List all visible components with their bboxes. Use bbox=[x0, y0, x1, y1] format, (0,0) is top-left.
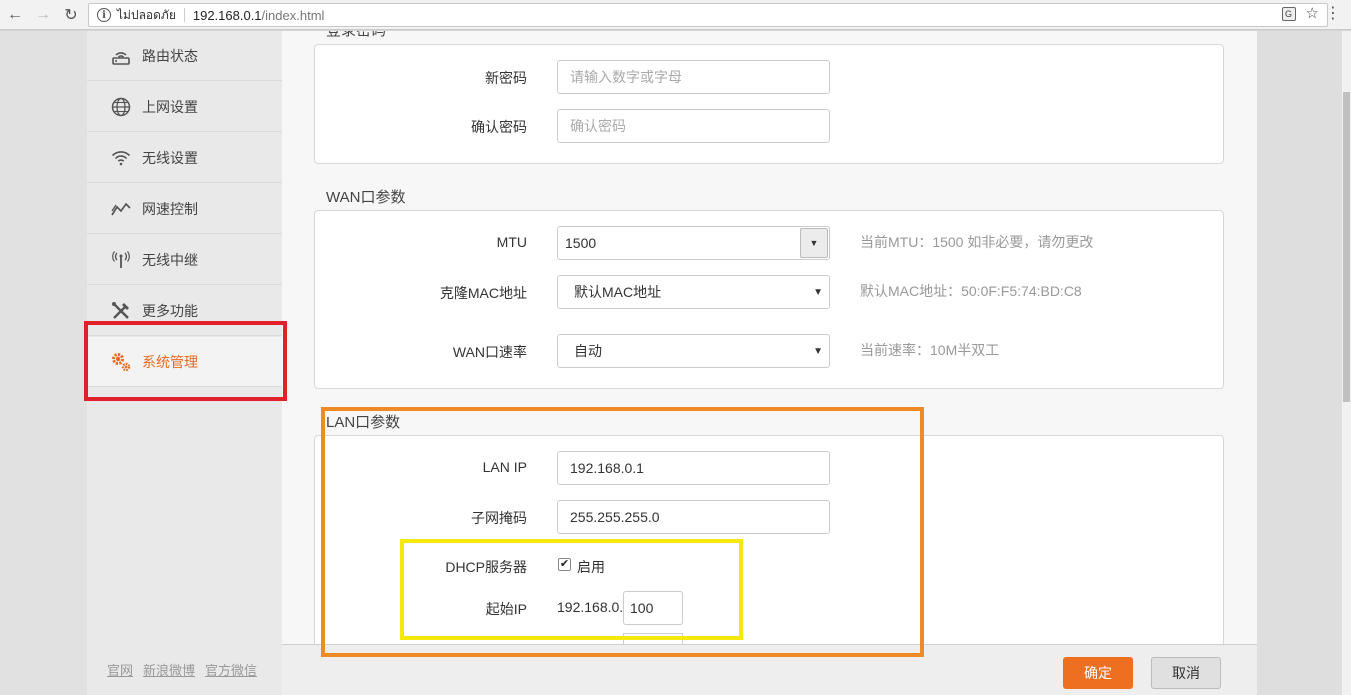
end-ip-input-partial[interactable] bbox=[623, 633, 683, 644]
confirm-password-label: 确认密码 bbox=[471, 119, 527, 135]
section-title-wan: WAN口参数 bbox=[326, 189, 406, 206]
sidebar: 路由状态 上网设置 无线设置 网速控制 无线中继 更多功能 系统管理 官网 新浪… bbox=[87, 31, 282, 695]
footer-link-official-site[interactable]: 官网 bbox=[107, 660, 133, 679]
footer-link-weibo[interactable]: 新浪微博 bbox=[143, 660, 195, 679]
dhcp-enable-label[interactable]: 启用 bbox=[577, 557, 605, 577]
clone-mac-select[interactable]: 默认MAC地址 ▼ bbox=[557, 275, 830, 309]
subnet-mask-input[interactable]: 255.255.255.0 bbox=[557, 500, 830, 534]
tools-icon bbox=[110, 300, 132, 322]
sidebar-item-speed-control[interactable]: 网速控制 bbox=[87, 184, 282, 234]
mtu-dropdown-button[interactable]: ▼ bbox=[800, 228, 828, 258]
section-title-login-password: 登录密码 bbox=[326, 31, 386, 40]
address-bar[interactable]: i ไม่ปลอดภัย 192.168.0.1/index.html G ☆ bbox=[88, 3, 1328, 27]
page-gutter-right bbox=[1257, 31, 1342, 695]
subnet-mask-label: 子网掩码 bbox=[471, 510, 527, 526]
back-button[interactable]: ← bbox=[4, 4, 26, 26]
url-path[interactable]: /index.html bbox=[262, 8, 325, 23]
sidebar-item-label: 系统管理 bbox=[142, 353, 198, 370]
new-password-input[interactable]: 请输入数字或字母 bbox=[557, 60, 830, 94]
new-password-label: 新密码 bbox=[485, 70, 527, 86]
action-bar: 确定 取消 bbox=[282, 644, 1257, 695]
start-ip-input[interactable]: 100 bbox=[623, 591, 683, 625]
wan-speed-select[interactable]: 自动 ▼ bbox=[557, 334, 830, 368]
sidebar-item-wireless-repeater[interactable]: 无线中继 bbox=[87, 235, 282, 285]
url-host[interactable]: 192.168.0.1 bbox=[193, 8, 262, 23]
mac-hint: 默认MAC地址：50:0F:F5:74:BD:C8 bbox=[860, 283, 1082, 299]
start-ip-prefix: 192.168.0. bbox=[557, 599, 624, 615]
chevron-down-icon: ▼ bbox=[813, 346, 823, 357]
sidebar-item-internet-settings[interactable]: 上网设置 bbox=[87, 82, 282, 132]
sidebar-item-router-status[interactable]: 路由状态 bbox=[87, 31, 282, 81]
mtu-label: MTU bbox=[496, 234, 527, 250]
dhcp-enable-checkbox[interactable]: ✔ bbox=[558, 558, 571, 571]
chevron-down-icon: ▼ bbox=[813, 287, 823, 298]
footer-link-wechat[interactable]: 官方微信 bbox=[205, 660, 257, 679]
clone-mac-value[interactable]: 默认MAC地址 bbox=[574, 282, 661, 302]
sidebar-item-label: 无线设置 bbox=[142, 149, 198, 166]
wan-speed-hint: 当前速率：10M半双工 bbox=[860, 342, 1000, 358]
confirm-password-input[interactable]: 确认密码 bbox=[557, 109, 830, 143]
footer-links: 官网 新浪微博 官方微信 bbox=[107, 660, 257, 679]
star-icon[interactable]: ☆ bbox=[1306, 6, 1319, 21]
main-content: 登录密码 新密码 请输入数字或字母 确认密码 确认密码 WAN口参数 MTU 1… bbox=[282, 31, 1257, 644]
wan-speed-label: WAN口速率 bbox=[452, 344, 527, 360]
speed-chart-icon bbox=[110, 198, 132, 220]
lan-ip-input[interactable]: 192.168.0.1 bbox=[557, 451, 830, 485]
browser-toolbar: ← → ↻ i ไม่ปลอดภัย 192.168.0.1/index.htm… bbox=[0, 0, 1351, 30]
info-icon[interactable]: i bbox=[97, 8, 111, 22]
start-ip-label: 起始IP bbox=[485, 601, 527, 617]
cancel-button[interactable]: 取消 bbox=[1151, 657, 1221, 689]
scrollbar-thumb[interactable] bbox=[1343, 92, 1350, 402]
security-label[interactable]: ไม่ปลอดภัย bbox=[117, 6, 176, 25]
sidebar-item-system-management[interactable]: 系统管理 bbox=[87, 337, 282, 387]
confirm-button[interactable]: 确定 bbox=[1063, 657, 1133, 689]
sidebar-item-wireless-settings[interactable]: 无线设置 bbox=[87, 133, 282, 183]
forward-button[interactable]: → bbox=[32, 4, 54, 26]
translate-icon[interactable]: G bbox=[1281, 7, 1296, 21]
mtu-value[interactable]: 1500 bbox=[565, 235, 596, 251]
clone-mac-label: 克隆MAC地址 bbox=[439, 285, 527, 301]
globe-icon bbox=[110, 96, 132, 118]
url-divider bbox=[183, 8, 185, 22]
mtu-combobox[interactable]: 1500 ▼ bbox=[557, 226, 830, 260]
sidebar-item-label: 路由状态 bbox=[142, 47, 198, 64]
sidebar-item-label: 更多功能 bbox=[142, 302, 198, 319]
lan-ip-label: LAN IP bbox=[482, 459, 527, 475]
page-gutter-left bbox=[0, 31, 87, 695]
section-title-lan: LAN口参数 bbox=[326, 414, 401, 431]
browser-menu-icon[interactable]: ⋮ bbox=[1325, 6, 1341, 22]
antenna-icon bbox=[110, 249, 132, 271]
gears-icon bbox=[110, 351, 132, 373]
sidebar-item-label: 上网设置 bbox=[142, 98, 198, 115]
wan-speed-value[interactable]: 自动 bbox=[574, 341, 602, 361]
sidebar-item-label: 网速控制 bbox=[142, 200, 198, 217]
sidebar-item-label: 无线中继 bbox=[142, 251, 198, 268]
wifi-icon bbox=[110, 147, 132, 169]
dhcp-server-label: DHCP服务器 bbox=[445, 559, 527, 575]
sidebar-item-more-features[interactable]: 更多功能 bbox=[87, 286, 282, 336]
mtu-hint: 当前MTU：1500 如非必要，请勿更改 bbox=[860, 234, 1094, 250]
reload-button[interactable]: ↻ bbox=[60, 4, 82, 26]
router-icon bbox=[110, 45, 132, 67]
